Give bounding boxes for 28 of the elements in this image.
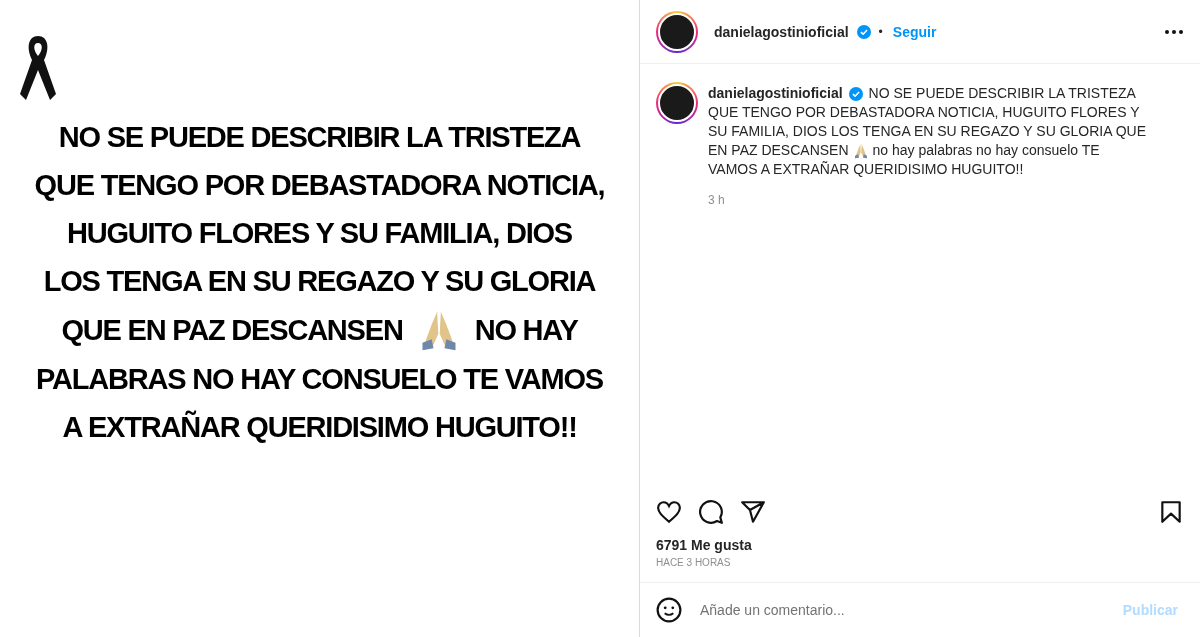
image-text: QUE TENGO POR DEBASTADORA NOTICIA, <box>34 168 605 203</box>
like-count[interactable]: 6791 Me gusta <box>640 531 1200 557</box>
post-date: HACE 3 HORAS <box>655 557 732 570</box>
emoji-icon[interactable] <box>656 597 682 623</box>
heart-icon[interactable] <box>656 499 682 525</box>
caption-text: SU FAMILIA, DIOS LOS TENGA EN SU REGAZO Y SU GLORIA QUE <box>708 122 1146 141</box>
username-link[interactable]: danielagostinioficial <box>708 84 843 103</box>
caption-text: no hay palabras no hay consuelo TE <box>872 141 1100 160</box>
image-text: NO HAY <box>474 313 578 348</box>
send-icon[interactable] <box>740 499 766 525</box>
caption-text: QUE TENGO POR DEBASTADORA NOTICIA, HUGUITO FLORES Y <box>708 103 1140 122</box>
caption-text: EN PAZ DESCANSEN <box>708 141 849 160</box>
bookmark-icon[interactable] <box>1158 499 1184 525</box>
separator-dot: • <box>878 24 883 39</box>
image-text: PALABRAS NO HAY CONSUELO TE VAMOS <box>36 362 603 397</box>
avatar[interactable] <box>656 10 698 53</box>
comment-icon[interactable] <box>698 499 724 525</box>
image-text: A EXTRAÑAR QUERIDISIMO HUGUITO!! <box>62 409 577 445</box>
username-link[interactable]: danielagostinioficial <box>714 23 849 40</box>
avatar[interactable] <box>656 82 698 124</box>
timestamp: 3 h <box>708 193 726 207</box>
more-options-icon[interactable] <box>1164 28 1184 35</box>
image-text: HUGUITO FLORES Y SU FAMILIA, DIOS <box>67 216 572 251</box>
image-text: NO SE PUEDE DESCRIBIR LA TRISTEZA <box>58 120 581 155</box>
image-text: LOS TENGA EN SU REGAZO Y SU GLORIA <box>43 264 596 299</box>
caption-text: VAMOS A EXTRAÑAR QUERIDISIMO HUGUITO!! <box>708 160 1024 179</box>
caption-text: NO SE PUEDE DESCRIBIR LA TRISTEZA <box>868 84 1136 103</box>
image-text: QUE EN PAZ DESCANSEN <box>61 313 403 348</box>
